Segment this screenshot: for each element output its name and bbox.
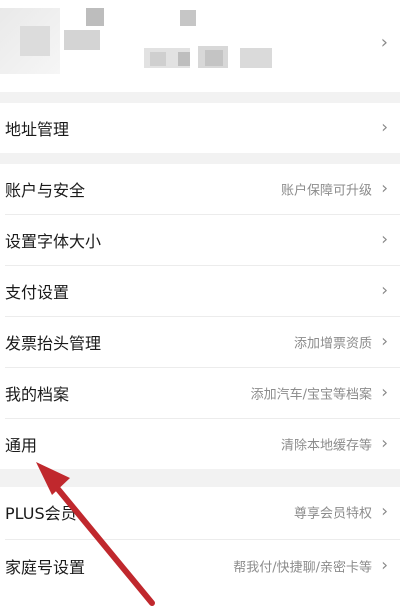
menu-item-address[interactable]: 地址管理 › <box>0 103 400 153</box>
menu-item-label: 账户与安全 <box>5 181 86 200</box>
username-blurred <box>64 30 100 50</box>
settings-page: › 地址管理 › 账户与安全 账户保障可升级 › 设置字体大小 › 支付设置 ›… <box>0 0 400 609</box>
username-blurred <box>180 10 196 26</box>
chevron-right-icon: › <box>381 555 388 576</box>
menu-item-label: 设置字体大小 <box>5 232 102 251</box>
profile-header[interactable]: › <box>0 0 400 92</box>
menu-item-family-account[interactable]: 家庭号设置 帮我付/快捷聊/亲密卡等 › <box>0 541 400 591</box>
chevron-right-icon: › <box>381 229 388 250</box>
chevron-right-icon: › <box>381 501 388 522</box>
menu-item-profile-records[interactable]: 我的档案 添加汽车/宝宝等档案 › <box>0 368 400 418</box>
chevron-right-icon: › <box>381 382 388 403</box>
chevron-right-icon: › <box>381 280 388 301</box>
menu-item-hint: 添加增票资质 <box>293 336 372 352</box>
menu-item-label: 发票抬头管理 <box>5 334 102 353</box>
menu-item-general[interactable]: 通用 清除本地缓存等 › <box>0 419 400 469</box>
chevron-right-icon: › <box>381 433 388 454</box>
chevron-right-icon: › <box>381 178 388 199</box>
chevron-right-icon: › <box>381 117 388 138</box>
chevron-right-icon: › <box>381 331 388 352</box>
menu-item-account-security[interactable]: 账户与安全 账户保障可升级 › <box>0 164 400 214</box>
section-gap <box>0 469 400 487</box>
member-info-blurred <box>240 48 272 68</box>
divider <box>5 539 400 540</box>
menu-item-font-size[interactable]: 设置字体大小 › <box>0 215 400 265</box>
menu-item-label: 通用 <box>5 436 38 455</box>
menu-item-hint: 帮我付/快捷聊/亲密卡等 <box>233 560 372 576</box>
section-gap <box>0 153 400 164</box>
avatar <box>20 26 50 56</box>
member-info-blurred <box>205 50 223 66</box>
menu-item-label: 支付设置 <box>5 283 70 302</box>
menu-item-label: 家庭号设置 <box>5 558 86 577</box>
menu-item-hint: 添加汽车/宝宝等档案 <box>250 387 372 403</box>
menu-item-invoice[interactable]: 发票抬头管理 添加增票资质 › <box>0 317 400 367</box>
menu-item-hint: 清除本地缓存等 <box>280 438 372 454</box>
menu-item-label: PLUS会员 <box>5 504 77 523</box>
chevron-right-icon: › <box>380 32 388 53</box>
member-info-blurred <box>150 52 166 66</box>
menu-item-payment[interactable]: 支付设置 › <box>0 266 400 316</box>
username-blurred <box>86 8 104 26</box>
menu-item-hint: 账户保障可升级 <box>280 183 372 199</box>
section-gap <box>0 92 400 103</box>
menu-item-plus-member[interactable]: PLUS会员 尊享会员特权 › <box>0 487 400 537</box>
member-info-blurred <box>178 52 190 66</box>
menu-item-hint: 尊享会员特权 <box>293 506 372 522</box>
menu-item-label: 地址管理 <box>5 120 70 139</box>
menu-item-label: 我的档案 <box>5 385 70 404</box>
